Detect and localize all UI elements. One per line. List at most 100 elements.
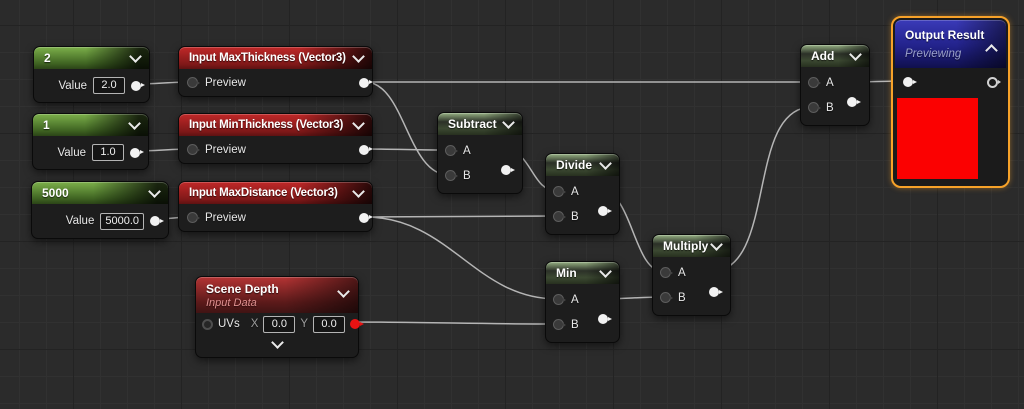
node-scene-depth[interactable]: Scene Depth Input Data UVs X 0.0 Y 0.0 [195,276,365,358]
node-input-min-thickness[interactable]: Input MinThickness (Vector3) Preview [178,113,373,164]
material-graph-canvas[interactable]: 2 Value 2.0 1 Value 1.0 5000 Value 5000.… [0,0,1024,409]
node-body: A B [653,257,730,315]
node-title: Input MaxDistance (Vector3) [189,187,338,199]
chevron-down-icon[interactable] [599,265,612,278]
chevron-down-icon[interactable] [352,117,365,130]
expand-footer[interactable] [196,335,358,353]
node-header[interactable]: Input MaxThickness (Vector3) [179,47,372,69]
material-preview-image [897,98,978,179]
chevron-down-icon[interactable] [129,50,142,63]
input-pin-b[interactable] [808,102,821,113]
node-input-max-thickness[interactable]: Input MaxThickness (Vector3) Preview [178,46,373,97]
preview-input-pin[interactable] [187,77,200,88]
output-pin[interactable] [359,212,373,223]
node-multiply[interactable]: Multiply A B [652,234,731,316]
uvs-input-pin[interactable] [202,318,213,330]
input-pin-a[interactable] [445,145,458,156]
preview-output-pin[interactable] [987,76,1001,88]
input-pin-b[interactable] [553,319,566,330]
wire-scenedepth-to-min-b[interactable] [345,321,558,325]
value-input[interactable]: 1.0 [92,144,124,161]
previewing-status: Previewing [905,48,962,60]
output-pin[interactable] [131,80,145,91]
chevron-down-icon[interactable] [849,48,862,61]
preview-label: Preview [205,143,246,156]
node-header[interactable]: Scene Depth Input Data [196,277,358,313]
node-header[interactable]: 2 [34,47,149,69]
node-header[interactable]: Min [546,262,619,284]
node-title: 1 [43,118,50,132]
wire-maxdistance-to-divide-b[interactable] [364,215,558,218]
pin-label-a: A [571,293,579,306]
node-header[interactable]: Subtract [438,113,522,135]
wire-maxdistance-to-min-a[interactable] [364,216,558,300]
output-pin[interactable] [598,314,612,324]
node-title: Scene Depth [206,281,279,296]
node-body: A B [801,67,869,125]
node-divide[interactable]: Divide A B [545,153,620,235]
depth-output-pin[interactable] [350,319,365,329]
node-subtitle: Input Data [206,296,257,309]
output-pin[interactable] [359,77,373,88]
node-header[interactable]: Input MinThickness (Vector3) [179,114,372,136]
node-header[interactable]: 1 [33,114,148,136]
preview-input-pin[interactable] [187,144,200,155]
node-header[interactable]: Input MaxDistance (Vector3) [179,182,372,204]
result-input-pin[interactable] [903,77,917,87]
value-input[interactable]: 5000.0 [100,212,144,230]
chevron-down-icon[interactable] [270,336,284,349]
pin-label-b: B [571,318,579,331]
node-constant-1[interactable]: 1 Value 1.0 [32,113,149,170]
output-pin[interactable] [150,216,164,226]
node-input-max-distance[interactable]: Input MaxDistance (Vector3) Preview [178,181,373,232]
node-min[interactable]: Min A B [545,261,620,343]
node-add[interactable]: Add A B [800,44,870,126]
chevron-down-icon[interactable] [502,116,515,129]
node-body: Preview [179,204,373,231]
node-constant-5000[interactable]: 5000 Value 5000.0 [31,181,169,239]
value-input[interactable]: 2.0 [93,77,125,94]
input-pin-a[interactable] [553,294,566,305]
node-header[interactable]: Add [801,45,869,67]
node-title: Divide [556,158,593,172]
value-label: Value [57,146,86,159]
node-subtract[interactable]: Subtract A B [437,112,523,194]
node-body [895,68,1006,96]
node-header[interactable]: Multiply [653,235,730,257]
node-body: A B [546,176,619,234]
output-pin[interactable] [359,144,373,155]
chevron-down-icon[interactable] [128,117,141,130]
output-pin[interactable] [501,165,515,175]
input-pin-b[interactable] [445,170,458,181]
x-input[interactable]: 0.0 [263,315,296,333]
node-constant-2[interactable]: 2 Value 2.0 [33,46,150,103]
chevron-down-icon[interactable] [352,50,365,63]
output-pin[interactable] [847,97,861,107]
chevron-down-icon[interactable] [352,185,365,198]
chevron-down-icon[interactable] [710,238,723,251]
preview-label: Preview [205,76,246,89]
input-pin-a[interactable] [808,77,821,88]
output-pin[interactable] [709,287,723,297]
input-pin-b[interactable] [660,292,673,303]
chevron-down-icon[interactable] [599,157,612,170]
chevron-down-icon[interactable] [148,185,161,198]
y-input[interactable]: 0.0 [313,315,346,333]
input-pin-a[interactable] [660,267,673,278]
node-output-result[interactable]: Output Result Previewing [891,16,1010,188]
input-pin-b[interactable] [553,211,566,222]
x-label: X [250,318,259,330]
preview-input-pin[interactable] [187,212,200,223]
output-pin[interactable] [598,206,612,216]
node-body: Value 1.0 [33,136,148,169]
pin-label-a: A [826,76,834,89]
pin-label-b: B [463,169,471,182]
node-header[interactable]: Divide [546,154,619,176]
node-header[interactable]: 5000 [32,182,168,204]
output-pin[interactable] [130,147,144,158]
input-pin-a[interactable] [553,186,566,197]
chevron-up-icon[interactable] [985,44,998,57]
chevron-down-icon[interactable] [337,285,350,298]
pin-label-a: A [463,144,471,157]
node-header[interactable]: Output Result Previewing [895,20,1006,68]
